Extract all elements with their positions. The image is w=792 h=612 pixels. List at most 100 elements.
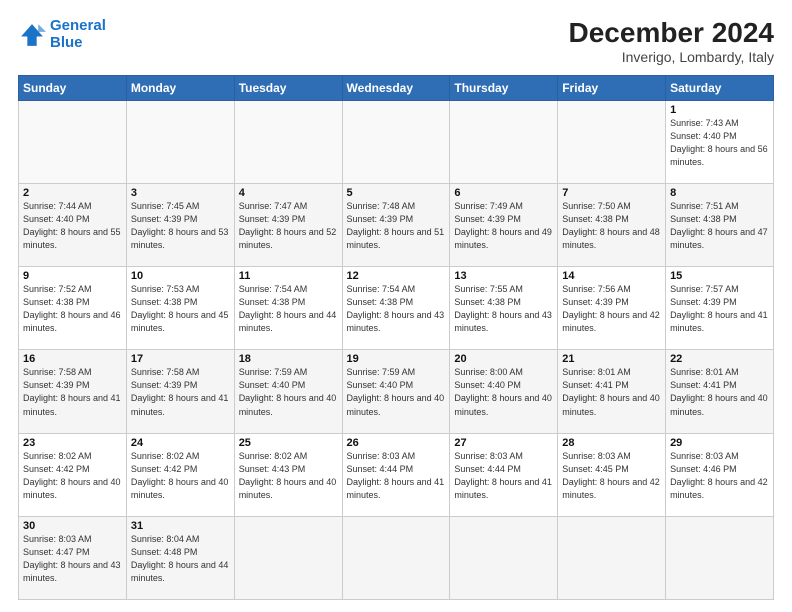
day-number: 15 (670, 270, 769, 282)
day-info: Sunrise: 7:47 AMSunset: 4:39 PMDaylight:… (239, 200, 338, 252)
day-number: 2 (23, 187, 122, 199)
list-item: 10 Sunrise: 7:53 AMSunset: 4:38 PMDaylig… (126, 267, 234, 350)
day-info: Sunrise: 7:54 AMSunset: 4:38 PMDaylight:… (239, 283, 338, 335)
list-item: 16 Sunrise: 7:58 AMSunset: 4:39 PMDaylig… (19, 350, 127, 433)
day-number: 20 (454, 353, 553, 365)
day-info: Sunrise: 7:51 AMSunset: 4:38 PMDaylight:… (670, 200, 769, 252)
title-block: December 2024 Inverigo, Lombardy, Italy (569, 18, 774, 65)
logo-blue: Blue (50, 34, 83, 51)
day-number: 17 (131, 353, 230, 365)
list-item: 4 Sunrise: 7:47 AMSunset: 4:39 PMDayligh… (234, 183, 342, 266)
list-item: 20 Sunrise: 8:00 AMSunset: 4:40 PMDaylig… (450, 350, 558, 433)
table-row: 2 Sunrise: 7:44 AMSunset: 4:40 PMDayligh… (19, 183, 774, 266)
list-item: 3 Sunrise: 7:45 AMSunset: 4:39 PMDayligh… (126, 183, 234, 266)
col-thursday: Thursday (450, 75, 558, 100)
list-item: 18 Sunrise: 7:59 AMSunset: 4:40 PMDaylig… (234, 350, 342, 433)
logo-text: General Blue (50, 18, 106, 51)
day-number: 24 (131, 437, 230, 449)
list-item: 22 Sunrise: 8:01 AMSunset: 4:41 PMDaylig… (666, 350, 774, 433)
day-info: Sunrise: 7:49 AMSunset: 4:39 PMDaylight:… (454, 200, 553, 252)
day-number: 23 (23, 437, 122, 449)
day-number: 27 (454, 437, 553, 449)
day-info: Sunrise: 7:52 AMSunset: 4:38 PMDaylight:… (23, 283, 122, 335)
table-cell-empty (19, 100, 127, 183)
list-item: 5 Sunrise: 7:48 AMSunset: 4:39 PMDayligh… (342, 183, 450, 266)
day-number: 8 (670, 187, 769, 199)
day-info: Sunrise: 7:59 AMSunset: 4:40 PMDaylight:… (239, 366, 338, 418)
day-number: 9 (23, 270, 122, 282)
day-number: 29 (670, 437, 769, 449)
table-cell-empty (666, 516, 774, 599)
day-info: Sunrise: 7:45 AMSunset: 4:39 PMDaylight:… (131, 200, 230, 252)
day-info: Sunrise: 8:00 AMSunset: 4:40 PMDaylight:… (454, 366, 553, 418)
list-item: 12 Sunrise: 7:54 AMSunset: 4:38 PMDaylig… (342, 267, 450, 350)
day-info: Sunrise: 8:03 AMSunset: 4:44 PMDaylight:… (347, 450, 446, 502)
day-number: 12 (347, 270, 446, 282)
table-row: 16 Sunrise: 7:58 AMSunset: 4:39 PMDaylig… (19, 350, 774, 433)
day-info: Sunrise: 7:50 AMSunset: 4:38 PMDaylight:… (562, 200, 661, 252)
day-number: 1 (670, 104, 769, 116)
day-number: 16 (23, 353, 122, 365)
day-info: Sunrise: 7:54 AMSunset: 4:38 PMDaylight:… (347, 283, 446, 335)
day-number: 26 (347, 437, 446, 449)
day-number: 10 (131, 270, 230, 282)
table-row: 30 Sunrise: 8:03 AMSunset: 4:47 PMDaylig… (19, 516, 774, 599)
day-info: Sunrise: 7:43 AMSunset: 4:40 PMDaylight:… (670, 117, 769, 169)
day-number: 7 (562, 187, 661, 199)
calendar-table: Sunday Monday Tuesday Wednesday Thursday… (18, 75, 774, 600)
day-info: Sunrise: 8:02 AMSunset: 4:42 PMDaylight:… (131, 450, 230, 502)
day-number: 11 (239, 270, 338, 282)
table-row: 1 Sunrise: 7:43 AMSunset: 4:40 PMDayligh… (19, 100, 774, 183)
col-monday: Monday (126, 75, 234, 100)
day-info: Sunrise: 7:56 AMSunset: 4:39 PMDaylight:… (562, 283, 661, 335)
list-item: 9 Sunrise: 7:52 AMSunset: 4:38 PMDayligh… (19, 267, 127, 350)
day-number: 4 (239, 187, 338, 199)
col-friday: Friday (558, 75, 666, 100)
day-info: Sunrise: 7:58 AMSunset: 4:39 PMDaylight:… (131, 366, 230, 418)
list-item: 1 Sunrise: 7:43 AMSunset: 4:40 PMDayligh… (666, 100, 774, 183)
table-row: 23 Sunrise: 8:02 AMSunset: 4:42 PMDaylig… (19, 433, 774, 516)
day-info: Sunrise: 8:02 AMSunset: 4:43 PMDaylight:… (239, 450, 338, 502)
page: General Blue December 2024 Inverigo, Lom… (0, 0, 792, 612)
col-sunday: Sunday (19, 75, 127, 100)
table-cell-empty (558, 100, 666, 183)
day-number: 13 (454, 270, 553, 282)
day-number: 3 (131, 187, 230, 199)
list-item: 25 Sunrise: 8:02 AMSunset: 4:43 PMDaylig… (234, 433, 342, 516)
day-number: 31 (131, 520, 230, 532)
table-cell-empty (234, 516, 342, 599)
col-wednesday: Wednesday (342, 75, 450, 100)
list-item: 24 Sunrise: 8:02 AMSunset: 4:42 PMDaylig… (126, 433, 234, 516)
day-info: Sunrise: 7:44 AMSunset: 4:40 PMDaylight:… (23, 200, 122, 252)
table-cell-empty (558, 516, 666, 599)
logo-general: General (50, 17, 106, 34)
col-saturday: Saturday (666, 75, 774, 100)
day-info: Sunrise: 8:01 AMSunset: 4:41 PMDaylight:… (562, 366, 661, 418)
list-item: 31 Sunrise: 8:04 AMSunset: 4:48 PMDaylig… (126, 516, 234, 599)
list-item: 7 Sunrise: 7:50 AMSunset: 4:38 PMDayligh… (558, 183, 666, 266)
list-item: 28 Sunrise: 8:03 AMSunset: 4:45 PMDaylig… (558, 433, 666, 516)
day-number: 14 (562, 270, 661, 282)
day-number: 21 (562, 353, 661, 365)
table-cell-empty (342, 100, 450, 183)
list-item: 2 Sunrise: 7:44 AMSunset: 4:40 PMDayligh… (19, 183, 127, 266)
day-info: Sunrise: 7:59 AMSunset: 4:40 PMDaylight:… (347, 366, 446, 418)
day-info: Sunrise: 8:04 AMSunset: 4:48 PMDaylight:… (131, 533, 230, 585)
logo: General Blue (18, 18, 106, 51)
list-item: 26 Sunrise: 8:03 AMSunset: 4:44 PMDaylig… (342, 433, 450, 516)
list-item: 21 Sunrise: 8:01 AMSunset: 4:41 PMDaylig… (558, 350, 666, 433)
table-cell-empty (450, 516, 558, 599)
day-info: Sunrise: 8:02 AMSunset: 4:42 PMDaylight:… (23, 450, 122, 502)
list-item: 6 Sunrise: 7:49 AMSunset: 4:39 PMDayligh… (450, 183, 558, 266)
day-info: Sunrise: 7:48 AMSunset: 4:39 PMDaylight:… (347, 200, 446, 252)
table-row: 9 Sunrise: 7:52 AMSunset: 4:38 PMDayligh… (19, 267, 774, 350)
day-number: 28 (562, 437, 661, 449)
table-cell-empty (342, 516, 450, 599)
day-number: 22 (670, 353, 769, 365)
day-number: 25 (239, 437, 338, 449)
calendar-header-row: Sunday Monday Tuesday Wednesday Thursday… (19, 75, 774, 100)
list-item: 29 Sunrise: 8:03 AMSunset: 4:46 PMDaylig… (666, 433, 774, 516)
day-info: Sunrise: 8:03 AMSunset: 4:44 PMDaylight:… (454, 450, 553, 502)
day-info: Sunrise: 8:01 AMSunset: 4:41 PMDaylight:… (670, 366, 769, 418)
day-info: Sunrise: 7:57 AMSunset: 4:39 PMDaylight:… (670, 283, 769, 335)
